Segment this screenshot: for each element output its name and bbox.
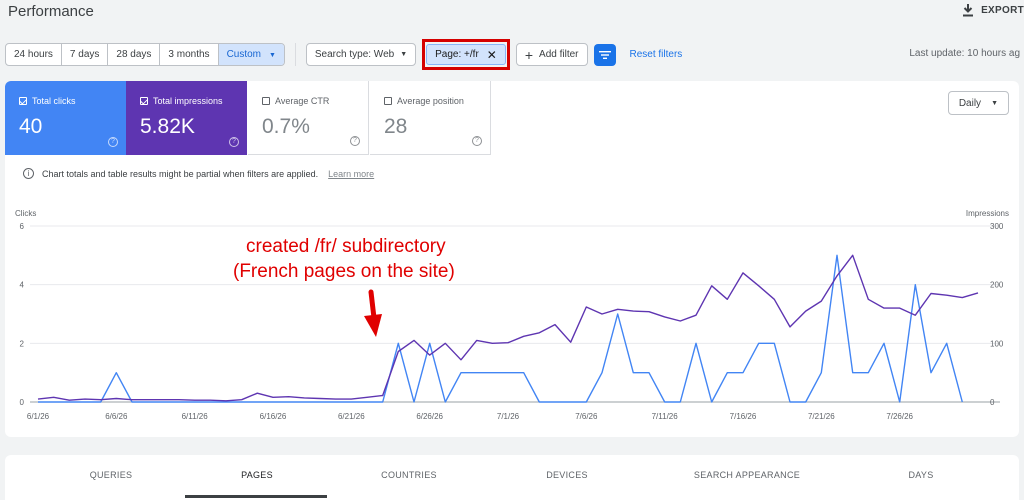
tab-search-appearance[interactable]: SEARCH APPEARANCE	[667, 470, 827, 480]
x-tick-label: 6/16/26	[260, 412, 287, 421]
annotation-arrow-head	[364, 314, 382, 337]
tab-devices[interactable]: DEVICES	[487, 470, 647, 480]
x-tick-label: 6/6/26	[105, 412, 128, 421]
tab-days[interactable]: DAYS	[841, 470, 1001, 480]
tab-queries[interactable]: QUERIES	[31, 470, 191, 480]
x-tick-label: 7/21/26	[808, 412, 835, 421]
active-tab-indicator	[185, 495, 327, 498]
y-left-tick-label: 4	[20, 281, 25, 290]
y-left-axis-label: Clicks	[15, 209, 36, 218]
y-right-axis-label: Impressions	[966, 209, 1009, 218]
tab-pages[interactable]: PAGES	[177, 470, 337, 480]
series-line-impressions	[37, 254, 979, 402]
x-tick-label: 7/11/26	[652, 412, 679, 421]
series-line-clicks	[38, 254, 963, 403]
x-tick-label: 7/6/26	[575, 412, 598, 421]
tab-countries[interactable]: COUNTRIES	[329, 470, 489, 480]
x-tick-label: 7/16/26	[730, 412, 757, 421]
y-right-tick-label: 100	[990, 339, 1004, 348]
y-left-tick-label: 2	[20, 339, 25, 348]
x-tick-label: 7/1/26	[497, 412, 520, 421]
annotation-line-2: (French pages on the site)	[233, 261, 455, 282]
annotation-line-1: created /fr/ subdirectory	[246, 236, 446, 257]
x-tick-label: 6/26/26	[416, 412, 443, 421]
y-right-tick-label: 300	[990, 222, 1004, 231]
x-tick-label: 6/21/26	[338, 412, 365, 421]
x-tick-label: 7/26/26	[886, 412, 913, 421]
x-tick-label: 6/1/26	[27, 412, 50, 421]
y-right-tick-label: 200	[990, 281, 1004, 290]
report-tabs: QUERIES PAGES COUNTRIES DEVICES SEARCH APPEA…	[5, 455, 1019, 500]
x-tick-label: 6/11/26	[182, 412, 209, 421]
y-right-tick-label: 0	[990, 398, 995, 407]
y-left-tick-label: 6	[20, 222, 25, 231]
y-left-tick-label: 0	[20, 398, 25, 407]
annotation-arrow-shaft	[368, 289, 377, 321]
performance-chart: 6 300 4 200 2 100 0 0 Clicks Impressions 6/1/26 6/6…	[15, 209, 1009, 421]
